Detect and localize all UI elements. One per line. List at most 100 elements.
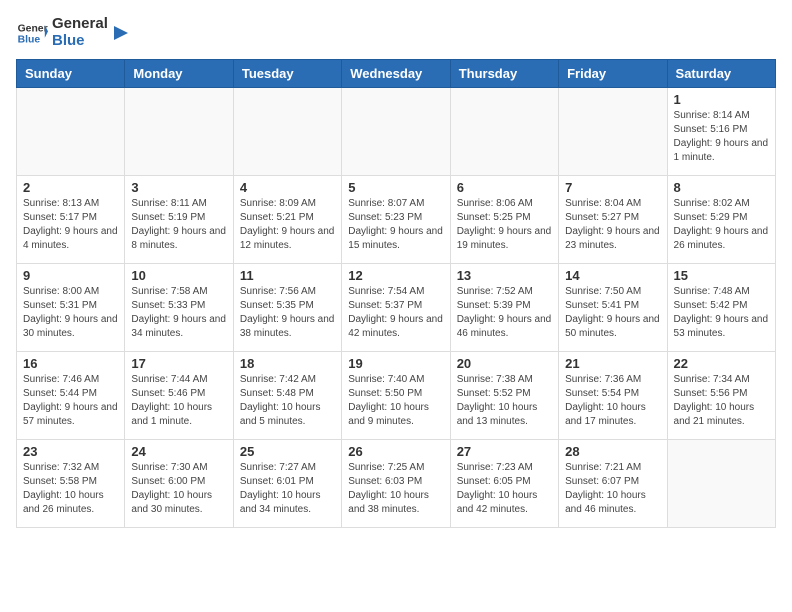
day-cell: 24 Sunrise: 7:30 AM Sunset: 6:00 PM Dayli…: [125, 440, 233, 528]
day-number: 16: [23, 356, 118, 371]
day-number: 10: [131, 268, 226, 283]
logo: General Blue General Blue: [16, 16, 132, 49]
day-cell: 9 Sunrise: 8:00 AM Sunset: 5:31 PM Daylig…: [17, 264, 125, 352]
day-cell: 28Sunrise: 7:21 AM Sunset: 6:07 PM Dayli…: [559, 440, 667, 528]
day-number: 24: [131, 444, 226, 459]
day-cell: 2 Sunrise: 8:13 AM Sunset: 5:17 PM Daylig…: [17, 176, 125, 264]
day-number: 23: [23, 444, 118, 459]
day-cell: 19 Sunrise: 7:40 AM Sunset: 5:50 PM Dayli…: [342, 352, 450, 440]
page-header: General Blue General Blue: [16, 16, 776, 53]
day-number: 12: [348, 268, 443, 283]
day-cell: 3 Sunrise: 8:11 AM Sunset: 5:19 PM Daylig…: [125, 176, 233, 264]
day-cell: 11 Sunrise: 7:56 AM Sunset: 5:35 PM Dayli…: [233, 264, 341, 352]
header-thursday: Thursday: [450, 60, 558, 88]
day-info: Sunrise: 7:56 AM Sunset: 5:35 PM Dayligh…: [240, 285, 335, 341]
day-cell: 22 Sunrise: 7:34 AM Sunset: 5:56 PM Dayli…: [667, 352, 775, 440]
day-number: 28: [565, 444, 660, 459]
day-number: 1: [674, 92, 769, 107]
day-cell: 15 Sunrise: 7:48 AM Sunset: 5:42 PM Dayli…: [667, 264, 775, 352]
day-cell: 18Sunrise: 7:42 AM Sunset: 5:48 PM Dayli…: [233, 352, 341, 440]
header-friday: Friday: [559, 60, 667, 88]
week-row-4: 16 Sunrise: 7:46 AM Sunset: 5:44 PM Dayli…: [17, 352, 776, 440]
day-info: Sunrise: 8:11 AM Sunset: 5:19 PM Dayligh…: [131, 197, 226, 253]
day-info: Sunrise: 8:06 AM Sunset: 5:25 PM Dayligh…: [457, 197, 552, 253]
day-cell: 25 Sunrise: 7:27 AM Sunset: 6:01 PM Dayli…: [233, 440, 341, 528]
day-number: 13: [457, 268, 552, 283]
day-info: Sunrise: 7:50 AM Sunset: 5:41 PM Dayligh…: [565, 285, 660, 341]
day-info: Sunrise: 7:46 AM Sunset: 5:44 PM Dayligh…: [23, 373, 118, 429]
day-info: Sunrise: 7:38 AM Sunset: 5:52 PM Dayligh…: [457, 373, 552, 429]
day-info: Sunrise: 7:44 AM Sunset: 5:46 PM Dayligh…: [131, 373, 226, 429]
day-cell: 12 Sunrise: 7:54 AM Sunset: 5:37 PM Dayli…: [342, 264, 450, 352]
day-number: 15: [674, 268, 769, 283]
day-number: 25: [240, 444, 335, 459]
day-cell: 1 Sunrise: 8:14 AM Sunset: 5:16 PM Daylig…: [667, 88, 775, 176]
day-info: Sunrise: 7:42 AM Sunset: 5:48 PM Dayligh…: [240, 373, 335, 429]
day-info: Sunrise: 8:02 AM Sunset: 5:29 PM Dayligh…: [674, 197, 769, 253]
day-cell: 20 Sunrise: 7:38 AM Sunset: 5:52 PM Dayli…: [450, 352, 558, 440]
logo-general-text: General: [52, 16, 108, 33]
day-cell: 6 Sunrise: 8:06 AM Sunset: 5:25 PM Daylig…: [450, 176, 558, 264]
day-info: Sunrise: 7:32 AM Sunset: 5:58 PM Dayligh…: [23, 461, 118, 517]
week-row-3: 9 Sunrise: 8:00 AM Sunset: 5:31 PM Daylig…: [17, 264, 776, 352]
day-number: 27: [457, 444, 552, 459]
day-number: 6: [457, 180, 552, 195]
week-row-5: 23 Sunrise: 7:32 AM Sunset: 5:58 PM Dayli…: [17, 440, 776, 528]
day-number: 21: [565, 356, 660, 371]
header-monday: Monday: [125, 60, 233, 88]
svg-text:Blue: Blue: [18, 34, 41, 45]
day-cell: 8 Sunrise: 8:02 AM Sunset: 5:29 PM Daylig…: [667, 176, 775, 264]
day-cell: 7Sunrise: 8:04 AM Sunset: 5:27 PM Daylig…: [559, 176, 667, 264]
day-number: 22: [674, 356, 769, 371]
day-number: 3: [131, 180, 226, 195]
day-info: Sunrise: 7:40 AM Sunset: 5:50 PM Dayligh…: [348, 373, 443, 429]
logo-blue-text: Blue: [52, 33, 108, 50]
day-info: Sunrise: 7:27 AM Sunset: 6:01 PM Dayligh…: [240, 461, 335, 517]
logo-icon: General Blue: [16, 17, 48, 49]
day-info: Sunrise: 7:34 AM Sunset: 5:56 PM Dayligh…: [674, 373, 769, 429]
day-cell: 23 Sunrise: 7:32 AM Sunset: 5:58 PM Dayli…: [17, 440, 125, 528]
day-info: Sunrise: 8:00 AM Sunset: 5:31 PM Dayligh…: [23, 285, 118, 341]
header-wednesday: Wednesday: [342, 60, 450, 88]
day-number: 11: [240, 268, 335, 283]
day-info: Sunrise: 7:54 AM Sunset: 5:37 PM Dayligh…: [348, 285, 443, 341]
day-info: Sunrise: 7:23 AM Sunset: 6:05 PM Dayligh…: [457, 461, 552, 517]
day-number: 14: [565, 268, 660, 283]
day-number: 9: [23, 268, 118, 283]
day-number: 19: [348, 356, 443, 371]
day-number: 2: [23, 180, 118, 195]
logo-arrow-icon: [110, 22, 132, 44]
day-cell: [450, 88, 558, 176]
day-info: Sunrise: 8:14 AM Sunset: 5:16 PM Dayligh…: [674, 109, 769, 165]
day-cell: 5Sunrise: 8:07 AM Sunset: 5:23 PM Daylig…: [342, 176, 450, 264]
day-cell: 4Sunrise: 8:09 AM Sunset: 5:21 PM Daylig…: [233, 176, 341, 264]
day-number: 20: [457, 356, 552, 371]
day-info: Sunrise: 7:30 AM Sunset: 6:00 PM Dayligh…: [131, 461, 226, 517]
day-number: 7: [565, 180, 660, 195]
week-row-1: 1 Sunrise: 8:14 AM Sunset: 5:16 PM Daylig…: [17, 88, 776, 176]
day-cell: 21Sunrise: 7:36 AM Sunset: 5:54 PM Dayli…: [559, 352, 667, 440]
header-sunday: Sunday: [17, 60, 125, 88]
svg-text:General: General: [18, 23, 48, 34]
day-cell: [559, 88, 667, 176]
day-info: Sunrise: 8:07 AM Sunset: 5:23 PM Dayligh…: [348, 197, 443, 253]
day-cell: [125, 88, 233, 176]
header-tuesday: Tuesday: [233, 60, 341, 88]
day-cell: [233, 88, 341, 176]
day-cell: 10 Sunrise: 7:58 AM Sunset: 5:33 PM Dayli…: [125, 264, 233, 352]
day-number: 8: [674, 180, 769, 195]
day-cell: [667, 440, 775, 528]
header-saturday: Saturday: [667, 60, 775, 88]
day-info: Sunrise: 7:52 AM Sunset: 5:39 PM Dayligh…: [457, 285, 552, 341]
day-info: Sunrise: 7:25 AM Sunset: 6:03 PM Dayligh…: [348, 461, 443, 517]
day-info: Sunrise: 8:13 AM Sunset: 5:17 PM Dayligh…: [23, 197, 118, 253]
day-cell: 13 Sunrise: 7:52 AM Sunset: 5:39 PM Dayli…: [450, 264, 558, 352]
day-number: 17: [131, 356, 226, 371]
day-number: 26: [348, 444, 443, 459]
calendar-table: SundayMondayTuesdayWednesdayThursdayFrid…: [16, 59, 776, 528]
day-cell: 16 Sunrise: 7:46 AM Sunset: 5:44 PM Dayli…: [17, 352, 125, 440]
day-cell: 26 Sunrise: 7:25 AM Sunset: 6:03 PM Dayli…: [342, 440, 450, 528]
header-row: SundayMondayTuesdayWednesdayThursdayFrid…: [17, 60, 776, 88]
day-info: Sunrise: 7:58 AM Sunset: 5:33 PM Dayligh…: [131, 285, 226, 341]
day-info: Sunrise: 7:48 AM Sunset: 5:42 PM Dayligh…: [674, 285, 769, 341]
